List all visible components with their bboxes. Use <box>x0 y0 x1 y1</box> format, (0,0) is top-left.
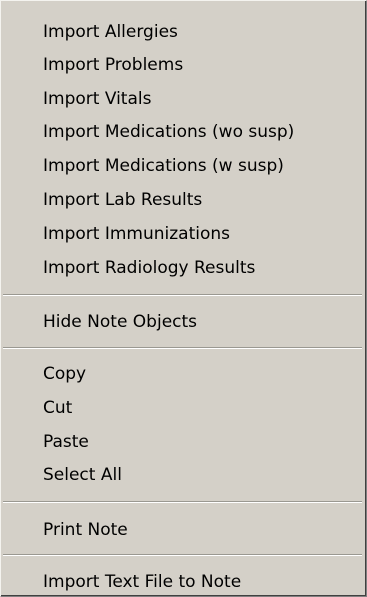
menu-item-import-radiology-results[interactable]: Import Radiology Results <box>43 256 255 281</box>
menu-item-print-note[interactable]: Print Note <box>43 518 128 543</box>
menu-item-import-lab-results[interactable]: Import Lab Results <box>43 188 202 213</box>
menu-item-import-medications-w-susp[interactable]: Import Medications (w susp) <box>43 154 284 179</box>
menu-item-copy[interactable]: Copy <box>43 362 86 387</box>
menu-separator <box>3 554 362 556</box>
context-menu: Import Allergies Import Problems Import … <box>0 0 367 597</box>
menu-separator <box>3 294 362 296</box>
menu-item-import-vitals[interactable]: Import Vitals <box>43 87 151 112</box>
menu-item-import-immunizations[interactable]: Import Immunizations <box>43 222 230 247</box>
menu-item-cut[interactable]: Cut <box>43 396 72 421</box>
menu-item-import-text-file-to-note[interactable]: Import Text File to Note <box>43 570 241 595</box>
menu-separator <box>3 501 362 503</box>
menu-item-paste[interactable]: Paste <box>43 430 89 455</box>
menu-item-import-allergies[interactable]: Import Allergies <box>43 20 178 45</box>
menu-item-import-problems[interactable]: Import Problems <box>43 53 183 78</box>
menu-separator <box>3 347 362 349</box>
menu-item-hide-note-objects[interactable]: Hide Note Objects <box>43 310 197 335</box>
menu-item-import-medications-wo-susp[interactable]: Import Medications (wo susp) <box>43 120 294 145</box>
menu-item-select-all[interactable]: Select All <box>43 463 122 488</box>
